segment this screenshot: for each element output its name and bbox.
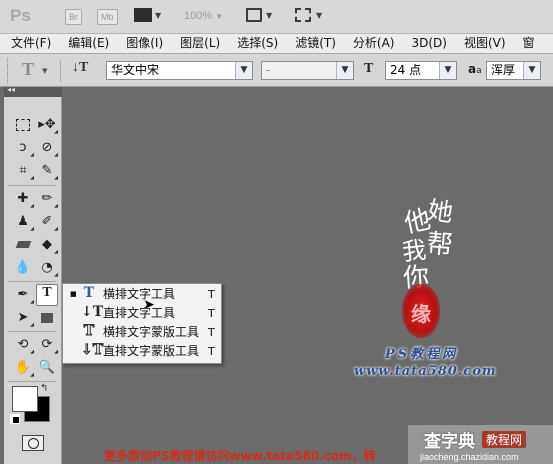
menu-layer[interactable]: 图层(L) <box>169 34 226 53</box>
zoom-level[interactable]: 100% ▼ <box>184 10 223 22</box>
crop-tool-icon[interactable]: ⌗ ◢ <box>12 160 34 182</box>
vertical-type-icon: ↓T <box>81 304 104 320</box>
eraser-tool-icon[interactable] <box>12 234 34 256</box>
antialias-select[interactable]: 浑厚 ▼ <box>486 61 541 80</box>
application-bar: Ps Br Mb ▼ 100% ▼ ▼ ▼ <box>0 0 553 34</box>
swap-colors-icon[interactable]: ↰ <box>40 383 48 394</box>
chevron-down-icon[interactable]: ▼ <box>266 11 272 20</box>
flyout-item-vertical-type[interactable]: ↓T 直排文字工具 T <box>63 304 221 323</box>
3d-orbit-icon[interactable]: ⟳ ◢ <box>36 334 58 356</box>
font-size-icon: T <box>364 61 374 76</box>
antialias-icon: aa <box>468 62 482 76</box>
path-selection-icon[interactable]: ➤ ◢ <box>12 307 34 329</box>
divider <box>8 281 56 282</box>
healing-brush-icon[interactable]: ✚ ◢ <box>12 188 34 210</box>
vertical-type-mask-icon: ↓T <box>81 342 104 359</box>
tool-preset-icon[interactable]: T <box>22 59 34 80</box>
toggle-orientation-icon[interactable]: ↓T <box>72 60 88 76</box>
menu-filter[interactable]: 滤镜(T) <box>284 34 342 53</box>
options-grip[interactable] <box>7 58 11 83</box>
horizontal-type-mask-icon: T <box>83 323 95 340</box>
watermark-url: jiaocheng.chazidian.com <box>420 452 519 462</box>
blur-tool-icon[interactable]: 💧 <box>12 257 34 279</box>
screen-mode-icon[interactable] <box>295 8 311 22</box>
rectangle-shape-icon[interactable] <box>36 307 58 329</box>
menu-3d[interactable]: 3D(D) <box>400 34 452 53</box>
foreground-color-swatch[interactable] <box>12 386 38 412</box>
divider <box>8 381 56 382</box>
arrange-documents-icon[interactable] <box>246 8 262 22</box>
launch-mini-bridge-button[interactable]: Mb <box>97 9 118 25</box>
default-colors-icon[interactable] <box>10 414 20 424</box>
seal-text: 缘 <box>411 302 431 326</box>
history-brush-icon[interactable]: ✐ ◢ <box>36 211 58 233</box>
divider <box>8 331 56 332</box>
menu-analysis[interactable]: 分析(A) <box>342 34 401 53</box>
chevron-down-icon[interactable]: ▼ <box>316 11 322 20</box>
eyedropper-icon[interactable]: ✎ ◢ <box>36 160 58 182</box>
chevron-down-icon[interactable]: ▼ <box>42 67 47 75</box>
flyout-item-horizontal-type-mask[interactable]: T 横排文字蒙版工具 T <box>63 323 221 342</box>
url-line: www.tata580.com <box>354 364 497 379</box>
watermark-main: 查字典 <box>424 432 475 452</box>
watermark-sub: 教程网 <box>482 431 527 448</box>
type-tool-flyout-menu: ■ T 横排文字工具 T ↓T 直排文字工具 T T 横排文字蒙版工具 T ↓T… <box>62 283 222 364</box>
rectangular-marquee-icon[interactable] <box>12 114 34 136</box>
dodge-tool-icon[interactable]: ◔ ◢ <box>36 257 58 279</box>
clone-stamp-icon[interactable]: ♟ ◢ <box>12 211 34 233</box>
menu-bar: 文件(F) 编辑(E) 图像(I) 图层(L) 选择(S) 滤镜(T) 分析(A) 3D(D)… <box>0 34 553 54</box>
font-style-select[interactable]: - ▼ <box>261 61 354 80</box>
menu-image[interactable]: 图像(I) <box>115 34 169 53</box>
brand-line: PS教程网 <box>385 347 459 362</box>
calligraphy-char: 帮 <box>425 228 455 262</box>
divider <box>60 60 61 82</box>
menu-window[interactable]: 窗 <box>512 34 541 53</box>
lasso-tool-icon[interactable]: ↄ ◢ <box>12 137 34 159</box>
move-tool-icon[interactable]: ▸✥ ◢ <box>36 114 58 136</box>
menu-file[interactable]: 文件(F) <box>0 34 57 53</box>
menu-view[interactable]: 视图(V) <box>453 34 512 53</box>
flyout-item-horizontal-type[interactable]: ■ T 横排文字工具 T <box>63 285 221 304</box>
quick-selection-icon[interactable]: ⊘ ◢ <box>36 137 58 159</box>
selected-bullet-icon: ■ <box>70 290 77 298</box>
red-seal: 缘 <box>402 284 440 338</box>
view-extras-icon[interactable] <box>134 8 152 22</box>
divider <box>8 185 56 186</box>
chevron-down-icon[interactable]: ▼ <box>155 11 161 20</box>
pen-tool-icon[interactable]: ✒ ◢ <box>12 284 34 306</box>
menu-edit[interactable]: 编辑(E) <box>57 34 115 53</box>
font-size-select[interactable]: 24 点 ▼ <box>385 61 457 80</box>
hand-tool-icon[interactable]: ✋ ◢ <box>12 357 34 379</box>
font-family-select[interactable]: 华文中宋 ▼ <box>106 61 253 80</box>
3d-rotate-icon[interactable]: ⟲ ◢ <box>12 334 34 356</box>
mouse-cursor-icon: ➤ <box>143 297 155 313</box>
zoom-tool-icon[interactable]: 🔍 <box>36 357 58 379</box>
launch-bridge-button[interactable]: Br <box>65 9 82 25</box>
quick-mask-icon[interactable] <box>22 435 44 451</box>
brush-tool-icon[interactable]: ✏ ◢ <box>36 188 58 210</box>
type-tool-icon[interactable]: T <box>36 284 58 306</box>
watermark: 查字典 教程网 jiaocheng.chazidian.com <box>408 425 553 464</box>
tool-options-bar: T ▼ ↓T 华文中宋 ▼ - ▼ T 24 点 ▼ aa 浑厚 ▼ <box>0 54 553 87</box>
photoshop-logo: Ps <box>10 6 31 25</box>
horizontal-type-icon: T <box>83 285 95 301</box>
footer-text: 更多原创PS教程请访问www.tata580.com，转 <box>104 449 376 463</box>
paint-bucket-icon[interactable]: ◆ ◢ <box>36 234 58 256</box>
menu-select[interactable]: 选择(S) <box>226 34 284 53</box>
flyout-item-vertical-type-mask[interactable]: ↓T 直排文字蒙版工具 T <box>63 342 221 361</box>
tools-panel-header[interactable]: ◂◂ <box>4 85 62 97</box>
